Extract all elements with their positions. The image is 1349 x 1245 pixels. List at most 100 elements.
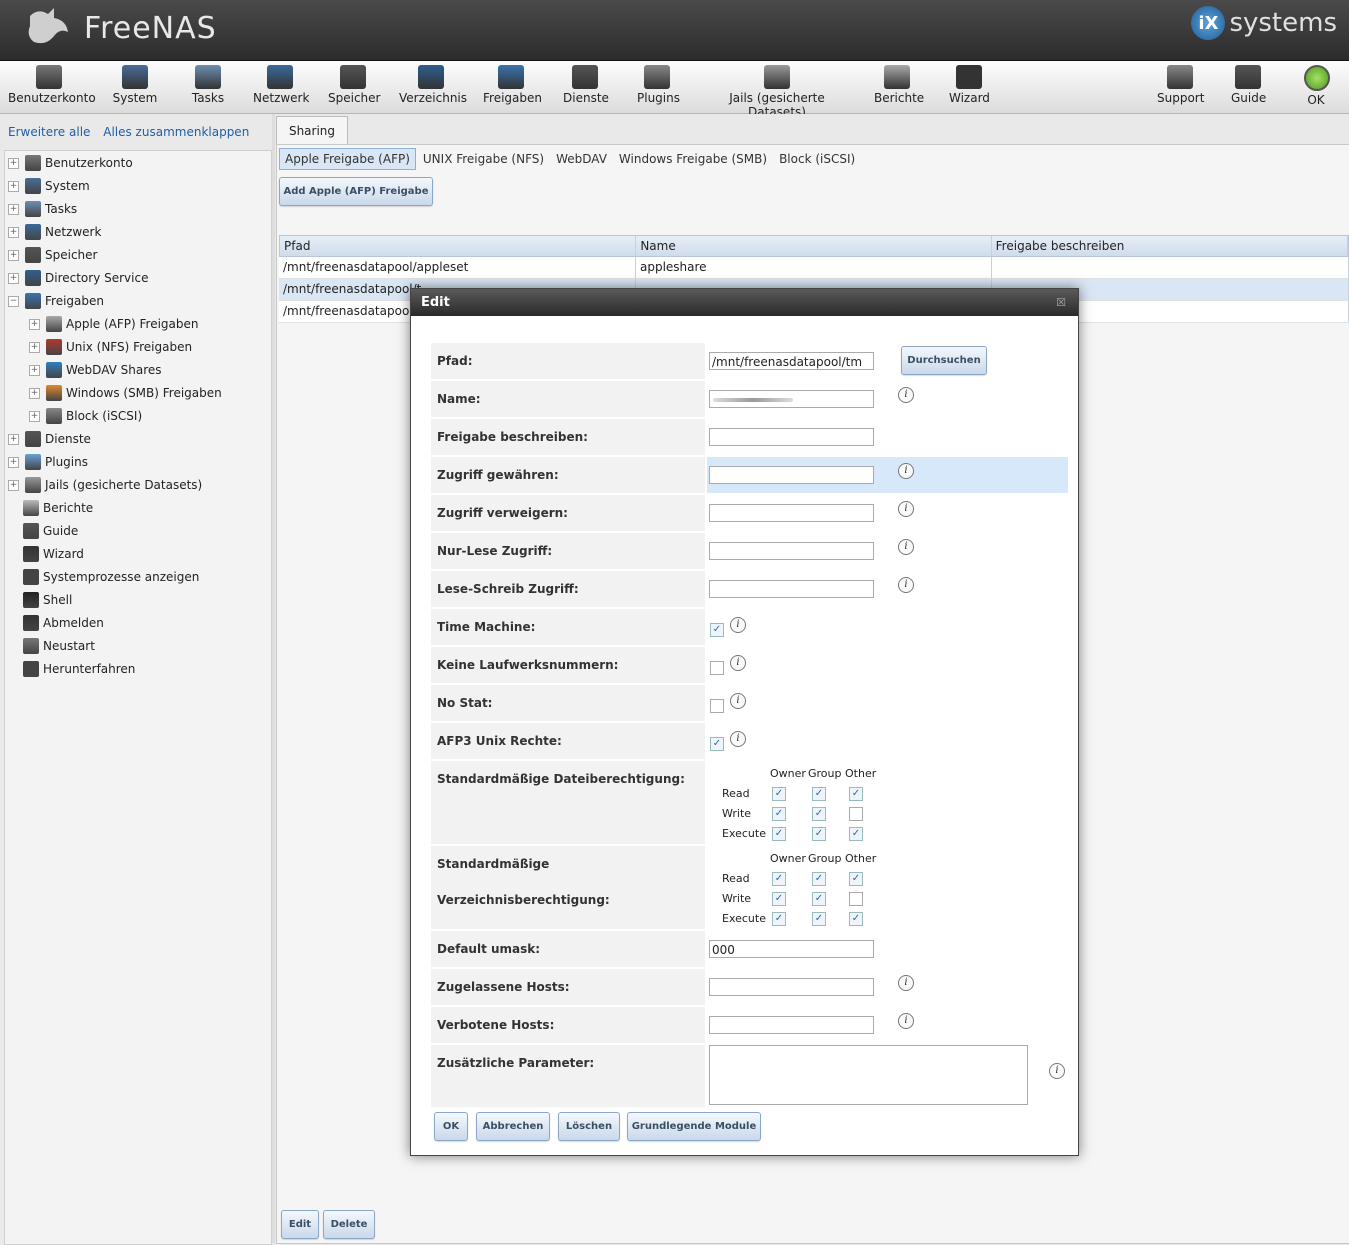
delete-share-button[interactable]: Löschen bbox=[558, 1112, 620, 1141]
allow-input[interactable] bbox=[709, 466, 874, 484]
tree-item-netzwerk[interactable]: + Netzwerk bbox=[8, 221, 101, 243]
perm-checkbox[interactable]: ✓ bbox=[812, 912, 826, 926]
info-icon[interactable]: i bbox=[898, 975, 914, 991]
toolbar-guide-button[interactable]: Guide bbox=[1231, 65, 1266, 105]
tree-item-systemprozesse-anzeigen[interactable]: Systemprozesse anzeigen bbox=[8, 566, 199, 588]
perm-checkbox[interactable]: ✓ bbox=[849, 787, 863, 801]
ro-input[interactable] bbox=[709, 542, 874, 560]
perm-checkbox[interactable]: ✓ bbox=[812, 807, 826, 821]
perm-checkbox[interactable]: ✓ bbox=[772, 787, 786, 801]
tree-item-tasks[interactable]: + Tasks bbox=[8, 198, 77, 220]
perm-checkbox[interactable]: ✓ bbox=[772, 912, 786, 926]
info-icon[interactable]: i bbox=[898, 577, 914, 593]
hostsdeny-input[interactable] bbox=[709, 1016, 874, 1034]
umask-input[interactable]: 000 bbox=[709, 940, 874, 958]
hostsallow-input[interactable] bbox=[709, 978, 874, 996]
toolbar-reports-button[interactable]: Berichte bbox=[874, 65, 924, 105]
toolbar-jails-button[interactable]: Jails (gesicherte Datasets) bbox=[703, 65, 851, 119]
aux-input[interactable] bbox=[709, 1045, 1028, 1105]
subtab-3[interactable]: Windows Freigabe (SMB) bbox=[614, 149, 772, 169]
subtab-4[interactable]: Block (iSCSI) bbox=[774, 149, 860, 169]
info-icon[interactable]: i bbox=[898, 539, 914, 555]
perm-checkbox[interactable]: ✓ bbox=[812, 872, 826, 886]
tree-item-webdav-shares[interactable]: + WebDAV Shares bbox=[29, 359, 162, 381]
tree-item-directory-service[interactable]: + Directory Service bbox=[8, 267, 148, 289]
info-icon[interactable]: i bbox=[898, 501, 914, 517]
collapse-icon[interactable]: − bbox=[8, 295, 19, 307]
close-icon[interactable]: ☒ bbox=[1056, 289, 1066, 316]
tree-item-apple-afp-freigaben[interactable]: + Apple (AFP) Freigaben bbox=[29, 313, 199, 335]
tree-item-abmelden[interactable]: Abmelden bbox=[8, 612, 104, 634]
expand-icon[interactable]: + bbox=[29, 318, 40, 330]
deny-input[interactable] bbox=[709, 504, 874, 522]
perm-checkbox[interactable]: ✓ bbox=[812, 787, 826, 801]
perm-checkbox[interactable]: ✓ bbox=[849, 892, 863, 906]
info-icon[interactable]: i bbox=[730, 655, 746, 671]
tab-sharing[interactable]: Sharing bbox=[276, 116, 348, 144]
expand-icon[interactable]: + bbox=[8, 157, 19, 169]
ok-button[interactable]: OK bbox=[434, 1112, 468, 1141]
perm-checkbox[interactable]: ✓ bbox=[849, 912, 863, 926]
path-input[interactable]: /mnt/freenasdatapool/tm bbox=[709, 352, 874, 370]
delete-button[interactable]: Delete bbox=[323, 1210, 375, 1239]
expand-icon[interactable]: + bbox=[29, 341, 40, 353]
toolbar-directory-button[interactable]: Verzeichnis bbox=[399, 65, 467, 105]
rw-input[interactable] bbox=[709, 580, 874, 598]
tree-item-herunterfahren[interactable]: Herunterfahren bbox=[8, 658, 135, 680]
tree-item-berichte[interactable]: Berichte bbox=[8, 497, 93, 519]
tree-item-unix-nfs-freigaben[interactable]: + Unix (NFS) Freigaben bbox=[29, 336, 192, 358]
nostat-checkbox[interactable]: ✓ bbox=[710, 699, 724, 713]
comment-input[interactable] bbox=[709, 428, 874, 446]
column-header[interactable]: Freigabe beschreiben bbox=[992, 236, 1348, 256]
expand-icon[interactable]: + bbox=[8, 203, 19, 215]
subtab-1[interactable]: UNIX Freigabe (NFS) bbox=[418, 149, 549, 169]
subtab-0[interactable]: Apple Freigabe (AFP) bbox=[279, 148, 416, 170]
collapse-all-link[interactable]: Alles zusammenklappen bbox=[103, 125, 249, 139]
expand-icon[interactable]: + bbox=[8, 180, 19, 192]
toolbar-network-button[interactable]: Netzwerk bbox=[253, 65, 309, 105]
perm-checkbox[interactable]: ✓ bbox=[772, 827, 786, 841]
perm-checkbox[interactable]: ✓ bbox=[849, 872, 863, 886]
expand-icon[interactable]: + bbox=[8, 226, 19, 238]
info-icon[interactable]: i bbox=[730, 693, 746, 709]
tree-item-speicher[interactable]: + Speicher bbox=[8, 244, 97, 266]
perm-checkbox[interactable]: ✓ bbox=[772, 872, 786, 886]
expand-icon[interactable]: + bbox=[29, 410, 40, 422]
tree-item-plugins[interactable]: + Plugins bbox=[8, 451, 88, 473]
column-header[interactable]: Name bbox=[636, 236, 992, 256]
tree-item-neustart[interactable]: Neustart bbox=[8, 635, 95, 657]
toolbar-sharing-button[interactable]: Freigaben bbox=[483, 65, 542, 105]
cancel-button[interactable]: Abbrechen bbox=[476, 1112, 550, 1141]
perm-checkbox[interactable]: ✓ bbox=[849, 807, 863, 821]
upriv-checkbox[interactable]: ✓ bbox=[710, 737, 724, 751]
toolbar-support-button[interactable]: Support bbox=[1157, 65, 1204, 105]
basic-mode-button[interactable]: Grundlegende Module bbox=[627, 1112, 761, 1141]
tree-item-dienste[interactable]: + Dienste bbox=[8, 428, 91, 450]
subtab-2[interactable]: WebDAV bbox=[551, 149, 612, 169]
tree-item-system[interactable]: + System bbox=[8, 175, 90, 197]
info-icon[interactable]: i bbox=[898, 1013, 914, 1029]
toolbar-status-ok-button[interactable]: OK bbox=[1304, 65, 1330, 107]
info-icon[interactable]: i bbox=[730, 617, 746, 633]
tree-item-jails-gesicherte-datasets[interactable]: + Jails (gesicherte Datasets) bbox=[8, 474, 202, 496]
timemachine-checkbox[interactable]: ✓ bbox=[710, 623, 724, 637]
tree-item-guide[interactable]: Guide bbox=[8, 520, 78, 542]
expand-icon[interactable]: + bbox=[8, 456, 19, 468]
edit-button[interactable]: Edit bbox=[281, 1210, 319, 1239]
tree-item-benutzerkonto[interactable]: + Benutzerkonto bbox=[8, 152, 133, 174]
info-icon[interactable]: i bbox=[898, 463, 914, 479]
info-icon[interactable]: i bbox=[730, 731, 746, 747]
tree-item-block-iscsi[interactable]: + Block (iSCSI) bbox=[29, 405, 142, 427]
expand-icon[interactable]: + bbox=[8, 272, 19, 284]
tree-item-shell[interactable]: Shell bbox=[8, 589, 72, 611]
table-row[interactable]: /mnt/freenasdatapool/appleset appleshare bbox=[279, 257, 1349, 279]
toolbar-folder-button[interactable]: Speicher bbox=[328, 65, 380, 105]
tree-item-freigaben[interactable]: − Freigaben bbox=[8, 290, 104, 312]
perm-checkbox[interactable]: ✓ bbox=[812, 892, 826, 906]
expand-all-link[interactable]: Erweitere alle bbox=[8, 125, 90, 139]
toolbar-system-chart-button[interactable]: System bbox=[112, 65, 158, 105]
perm-checkbox[interactable]: ✓ bbox=[772, 892, 786, 906]
expand-icon[interactable]: + bbox=[8, 433, 19, 445]
perm-checkbox[interactable]: ✓ bbox=[849, 827, 863, 841]
perm-checkbox[interactable]: ✓ bbox=[812, 827, 826, 841]
